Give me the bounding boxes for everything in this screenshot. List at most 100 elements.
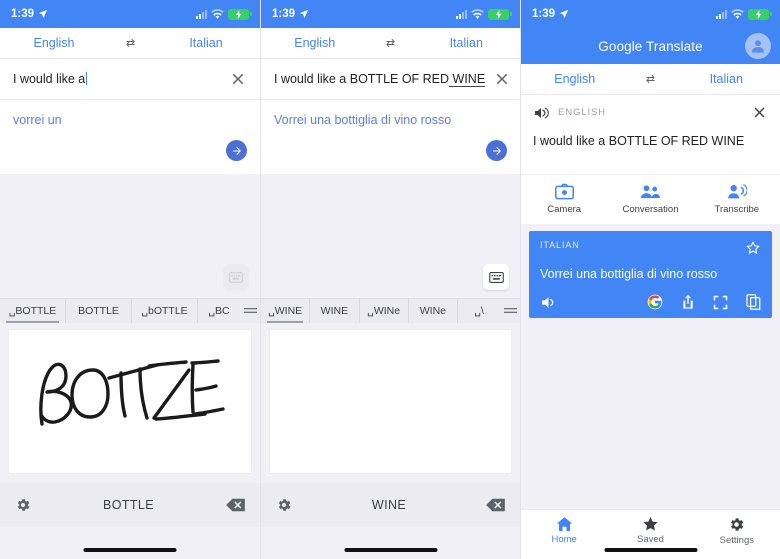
action-label: Camera [547, 204, 582, 215]
account-circle-icon [752, 40, 764, 53]
suggestion-item[interactable]: ␣BOTTLE [0, 299, 66, 323]
swap-horizontal-icon [386, 38, 395, 48]
suggestion-item[interactable]: ␣bOTTLE [132, 299, 198, 323]
more-suggestions-icon[interactable] [240, 299, 260, 323]
swap-languages-button[interactable] [629, 73, 673, 85]
battery-charging-icon [228, 8, 252, 20]
language-tab-bar: English Italian [261, 28, 520, 59]
target-language-tab[interactable]: Italian [673, 72, 780, 86]
translation-preview-row[interactable]: Vorrei una bottiglia di vino rosso [261, 100, 520, 136]
star-outline-icon[interactable] [745, 240, 761, 256]
translated-text[interactable]: Vorrei una bottiglia di vino rosso [540, 267, 761, 281]
translation-preview-text: vorrei un [13, 113, 62, 127]
text-caret [85, 72, 88, 85]
gear-icon[interactable] [276, 497, 292, 513]
battery-charging-icon [748, 8, 772, 20]
gray-spacer [261, 174, 520, 264]
swap-horizontal-icon [646, 74, 655, 84]
suggestion-item[interactable]: ␣BC [198, 299, 240, 323]
action-conversation[interactable]: Conversation [607, 183, 693, 215]
wifi-icon [731, 8, 744, 19]
handwriting-suggestion-bar: ␣WINE WINE ␣WINe WINe ␣\ [261, 298, 520, 323]
action-camera[interactable]: Camera [521, 183, 607, 215]
handwriting-footer: WINE [261, 483, 520, 527]
keyboard-toggle-button[interactable] [483, 264, 509, 290]
swap-languages-button[interactable] [108, 37, 152, 49]
fullscreen-icon [713, 295, 728, 309]
app-bar: Google Translate [521, 28, 780, 64]
handwriting-footer: BOTTLE [0, 483, 260, 527]
status-bar: 1:39 [0, 0, 260, 28]
suggestion-item[interactable]: WINE [310, 299, 360, 323]
fullscreen-button[interactable] [713, 295, 728, 310]
keyboard-toggle-row [261, 264, 520, 298]
source-language-tab[interactable]: English [0, 36, 108, 50]
target-language-tab[interactable]: Italian [413, 36, 521, 50]
share-button[interactable] [681, 294, 695, 310]
conversation-icon [640, 185, 660, 198]
screen-handwriting-bottle: 1:39 English Italian I would like a vorr… [0, 0, 260, 559]
clear-text-button[interactable] [229, 70, 247, 88]
submit-translation-button[interactable] [226, 140, 247, 161]
clear-text-button[interactable] [493, 70, 511, 88]
more-suggestions-icon[interactable] [500, 299, 520, 323]
backspace-icon[interactable] [226, 498, 245, 512]
status-bar: 1:39 [521, 0, 780, 28]
nav-item-saved[interactable]: Saved [607, 516, 693, 545]
close-button[interactable] [751, 104, 768, 121]
signal-bars-icon [716, 9, 727, 19]
handwriting-canvas[interactable] [269, 329, 512, 474]
source-text-input-row[interactable]: I would like a [0, 59, 260, 99]
suggestion-item[interactable]: ␣WINE [261, 299, 311, 323]
home-indicator [83, 548, 177, 552]
nav-item-settings[interactable]: Settings [694, 516, 780, 546]
source-text-value: I would like a BOTTLE OF RED [274, 72, 450, 86]
volume-up-icon[interactable] [533, 106, 549, 120]
listen-translation-button[interactable] [540, 295, 557, 310]
gear-icon[interactable] [15, 497, 31, 513]
source-language-tab[interactable]: English [521, 72, 629, 86]
keyboard-icon [229, 271, 243, 283]
source-text-input-row[interactable]: I would like a BOTTLE OF RED WINE [261, 59, 520, 99]
star-icon [643, 516, 658, 531]
status-bar-left: 1:39 [532, 8, 569, 20]
swap-languages-button[interactable] [369, 37, 413, 49]
source-language-tab[interactable]: English [261, 36, 369, 50]
arrow-forward-icon [232, 146, 241, 155]
suggestion-item[interactable]: BOTTLE [66, 299, 132, 323]
source-text-input[interactable]: I would like a [13, 72, 221, 86]
submit-row [261, 136, 520, 174]
home-indicator [604, 548, 697, 552]
action-transcribe[interactable]: Transcribe [694, 183, 780, 215]
backspace-icon[interactable] [486, 498, 505, 512]
account-avatar[interactable] [745, 33, 771, 59]
location-arrow-icon [38, 9, 48, 19]
target-language-tab[interactable]: Italian [152, 36, 260, 50]
status-bar-right [196, 8, 252, 20]
camera-icon [554, 183, 574, 200]
copy-button[interactable] [746, 294, 761, 310]
share-icon [683, 295, 693, 309]
translation-card: ITALIAN Vorrei una bottiglia di vino ros… [529, 231, 772, 318]
keyboard-toggle-button[interactable] [223, 264, 249, 290]
submit-translation-button[interactable] [486, 140, 507, 161]
nav-item-home[interactable]: Home [521, 516, 607, 545]
google-search-button[interactable] [647, 294, 663, 310]
transcribe-icon [727, 184, 747, 199]
translation-preview-row[interactable]: vorrei un [0, 100, 260, 136]
source-text[interactable]: I would like a BOTTLE OF RED WINE [521, 130, 780, 174]
suggestion-item[interactable]: ␣\ [458, 299, 500, 323]
handwriting-canvas[interactable] [8, 329, 252, 474]
source-language-label: ENGLISH [558, 107, 607, 118]
translation-card-header: ITALIAN [540, 240, 761, 256]
battery-charging-icon [488, 8, 512, 20]
google-search-icon [647, 294, 663, 310]
source-text-value: I would like a [13, 72, 86, 86]
status-bar-right [456, 8, 512, 20]
suggestion-item[interactable]: WINe [409, 299, 458, 323]
submit-row [0, 136, 260, 174]
suggestion-item[interactable]: ␣WINe [360, 299, 409, 323]
home-indicator [344, 548, 437, 552]
gear-icon [731, 518, 744, 531]
source-text-input[interactable]: I would like a BOTTLE OF RED WINE [274, 72, 486, 87]
